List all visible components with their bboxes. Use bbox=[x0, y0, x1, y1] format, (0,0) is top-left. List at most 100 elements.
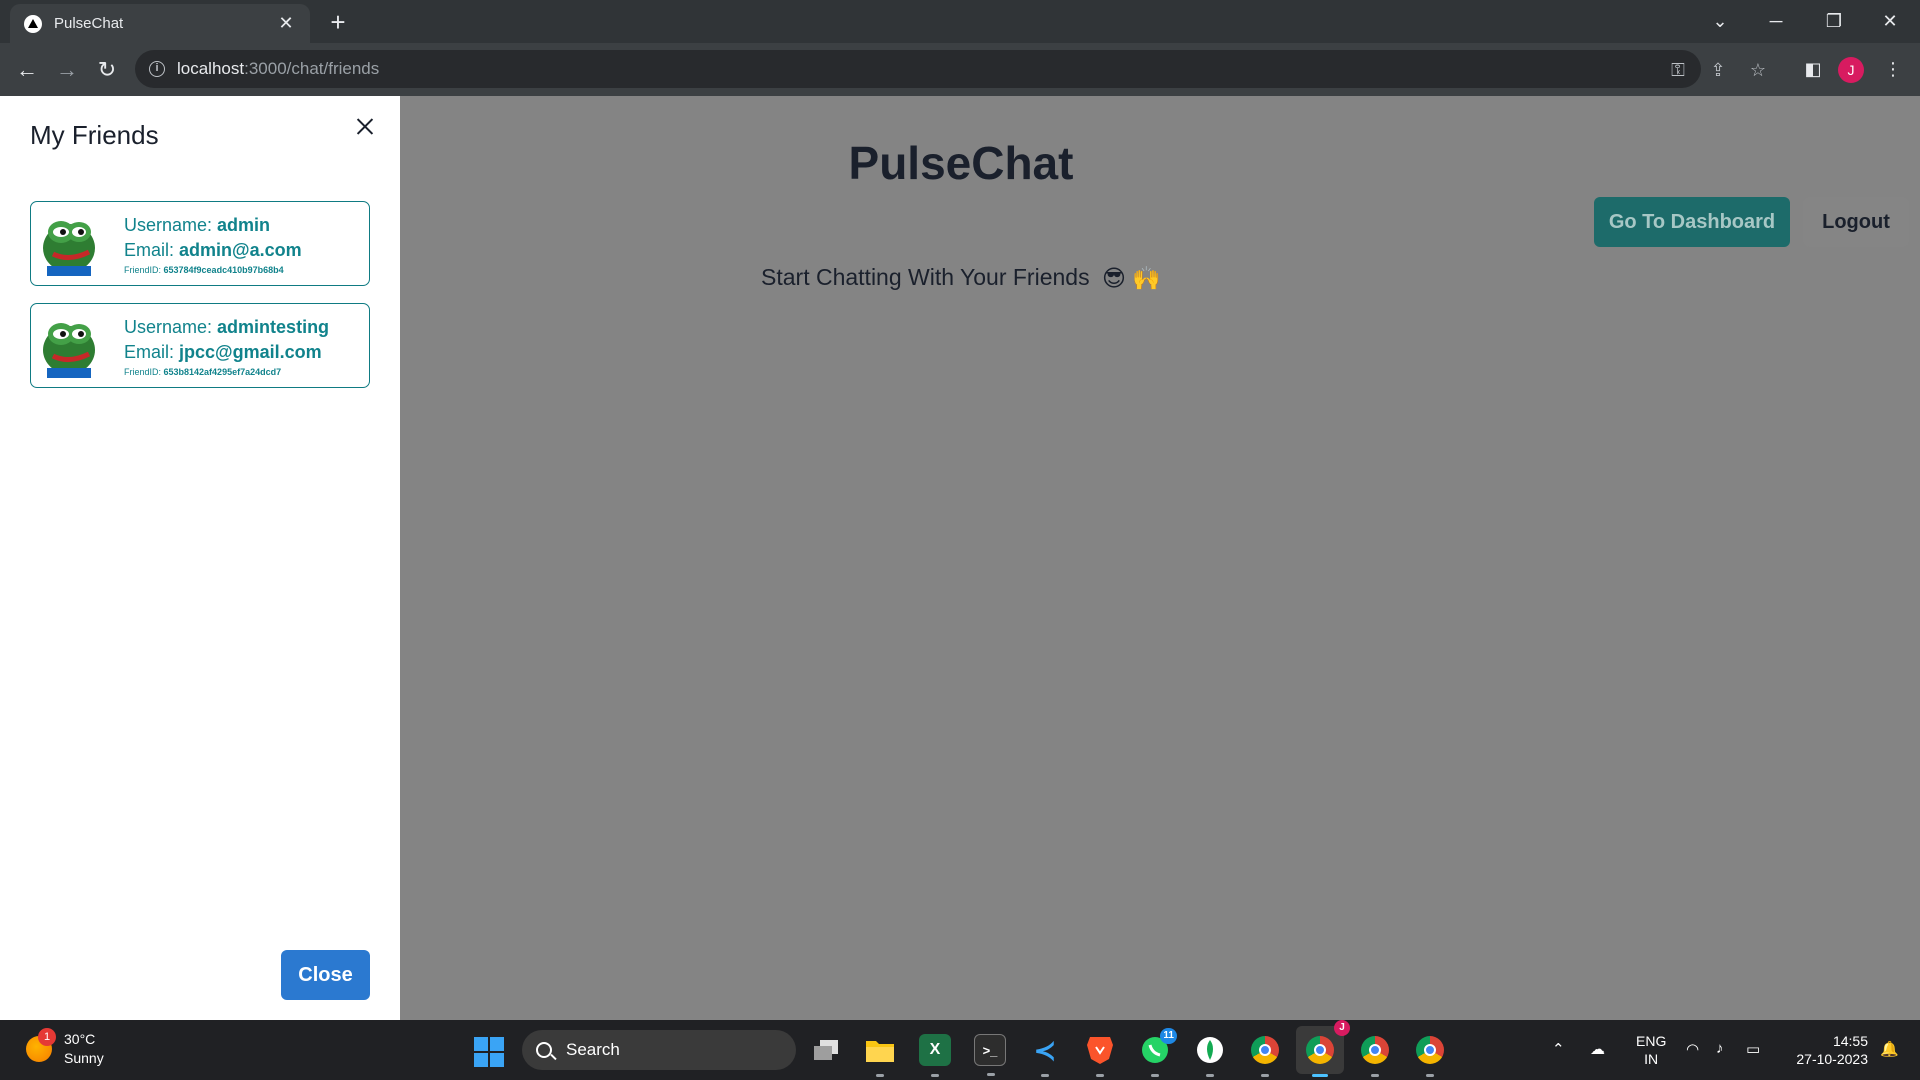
chrome-profile-badge: J bbox=[1334, 1020, 1350, 1036]
friend-username: admin bbox=[217, 215, 271, 235]
onedrive-warning-icon[interactable]: ☁ bbox=[1590, 1040, 1605, 1058]
taskbar-search[interactable]: Search bbox=[522, 1030, 796, 1070]
vscode-icon[interactable]: ≺ bbox=[1029, 1034, 1061, 1077]
drawer-close-icon[interactable] bbox=[350, 112, 380, 142]
file-explorer-icon[interactable] bbox=[864, 1034, 896, 1077]
chrome-logo bbox=[1251, 1036, 1279, 1064]
weather-badge: 1 bbox=[38, 1028, 56, 1046]
battery-icon[interactable]: ▭ bbox=[1746, 1040, 1760, 1058]
friend-info: Username: admintesting Email: jpcc@gmail… bbox=[124, 315, 329, 379]
emoji-sunglasses-hands: 😎 🙌 bbox=[1101, 265, 1161, 292]
tab-title: PulseChat bbox=[54, 15, 124, 32]
chrome-profile-3-icon[interactable] bbox=[1414, 1034, 1446, 1077]
logout-button[interactable]: Logout bbox=[1803, 197, 1909, 247]
friend-email-line: Email: admin@a.com bbox=[124, 238, 302, 263]
windows-taskbar: 1 30°C Sunny Search X >_ ≺ 11 J ⌃ ☁ ENG … bbox=[0, 1020, 1920, 1080]
browser-tab[interactable]: PulseChat ✕ bbox=[10, 4, 310, 43]
friend-id: 653784f9ceadc410b97b68b4 bbox=[163, 265, 284, 275]
chrome-active-icon[interactable]: J bbox=[1296, 1020, 1350, 1077]
friend-email-line: Email: jpcc@gmail.com bbox=[124, 340, 329, 365]
terminal-icon[interactable]: >_ bbox=[974, 1034, 1006, 1076]
mongodb-compass-icon[interactable] bbox=[1194, 1034, 1226, 1077]
friends-drawer: My Friends Username: admin Email: admin@… bbox=[0, 96, 400, 1020]
back-arrow-icon[interactable]: ← bbox=[11, 54, 43, 86]
browser-tab-bar: PulseChat ✕ + ⌄ ─ ❐ ✕ bbox=[0, 0, 1920, 43]
clock[interactable]: 14:55 27-10-2023 bbox=[1786, 1032, 1868, 1068]
side-panel-icon[interactable]: ◧ bbox=[1802, 58, 1824, 80]
frog-avatar-icon bbox=[43, 323, 95, 378]
pulsechat-favicon-icon bbox=[24, 14, 42, 33]
chrome-profile-1-icon[interactable] bbox=[1249, 1034, 1281, 1077]
friend-username-line: Username: admin bbox=[124, 213, 302, 238]
chrome-logo bbox=[1361, 1036, 1389, 1064]
forward-arrow-icon[interactable]: → bbox=[51, 54, 83, 86]
reload-icon[interactable]: ↻ bbox=[91, 54, 123, 86]
weather-desc: Sunny bbox=[64, 1050, 104, 1066]
go-to-dashboard-button[interactable]: Go To Dashboard bbox=[1594, 197, 1790, 247]
excel-icon[interactable]: X bbox=[919, 1034, 951, 1077]
friend-id-label: FriendID: bbox=[124, 367, 164, 377]
close-drawer-button[interactable]: Close bbox=[281, 950, 370, 1000]
weather-temp: 30°C bbox=[64, 1031, 96, 1047]
search-icon bbox=[536, 1042, 552, 1058]
friend-id-line: FriendID: 653784f9ceadc410b97b68b4 bbox=[124, 263, 302, 277]
friend-email: admin@a.com bbox=[179, 240, 302, 260]
menu-kebab-icon[interactable]: ⋮ bbox=[1882, 58, 1904, 80]
key-icon[interactable]: ⚿ bbox=[1667, 59, 1689, 81]
weather-text: 30°C Sunny bbox=[64, 1030, 104, 1068]
tray-chevron-up-icon[interactable]: ⌃ bbox=[1552, 1040, 1565, 1058]
url-host: localhost bbox=[177, 59, 245, 78]
site-info-icon[interactable]: i bbox=[149, 61, 165, 77]
chrome-logo bbox=[1306, 1036, 1334, 1064]
input-language[interactable]: ENG IN bbox=[1636, 1032, 1666, 1068]
friend-info: Username: admin Email: admin@a.com Frien… bbox=[124, 213, 302, 277]
minimize-button[interactable]: ─ bbox=[1756, 6, 1796, 36]
clock-date: 27-10-2023 bbox=[1796, 1051, 1868, 1067]
taskbar-search-label: Search bbox=[566, 1040, 620, 1059]
restore-button[interactable]: ❐ bbox=[1814, 6, 1854, 36]
weather-widget[interactable]: 1 30°C Sunny bbox=[26, 1028, 104, 1068]
lang-top: ENG bbox=[1636, 1033, 1667, 1049]
brave-browser-icon[interactable] bbox=[1084, 1034, 1116, 1077]
frog-avatar-icon bbox=[43, 221, 95, 276]
chat-subtitle-text: Start Chatting With Your Friends bbox=[761, 264, 1090, 290]
tab-close-icon[interactable]: ✕ bbox=[276, 13, 296, 34]
sun-icon: 1 bbox=[26, 1028, 56, 1062]
chat-subtitle: Start Chatting With Your Friends 😎 🙌 bbox=[400, 264, 1522, 292]
new-tab-button[interactable]: + bbox=[323, 7, 353, 37]
volume-icon[interactable]: ♪ bbox=[1716, 1040, 1724, 1057]
app-title: PulseChat bbox=[848, 137, 1074, 189]
wifi-icon[interactable]: ◠ bbox=[1686, 1040, 1699, 1058]
chrome-profile-2-icon[interactable] bbox=[1359, 1034, 1391, 1077]
browser-toolbar: ← → ↻ i localhost:3000/chat/friends ⚿ ⇪ … bbox=[0, 43, 1920, 96]
whatsapp-icon[interactable]: 11 bbox=[1139, 1028, 1177, 1077]
whatsapp-badge: 11 bbox=[1160, 1028, 1177, 1044]
email-label: Email: bbox=[124, 342, 180, 362]
drawer-title: My Friends bbox=[30, 120, 159, 150]
windows-start-icon[interactable] bbox=[474, 1037, 504, 1067]
address-bar[interactable]: i localhost:3000/chat/friends ⚿ ⇪ ☆ bbox=[135, 50, 1766, 88]
friend-id-label: FriendID: bbox=[124, 265, 164, 275]
friend-username-line: Username: admintesting bbox=[124, 315, 329, 340]
clock-time: 14:55 bbox=[1832, 1033, 1868, 1049]
email-label: Email: bbox=[124, 240, 180, 260]
url-path: :3000/chat/friends bbox=[244, 59, 380, 78]
notifications-bell-icon[interactable]: 🔔 bbox=[1880, 1040, 1899, 1058]
share-icon[interactable]: ⇪ bbox=[1707, 59, 1729, 81]
friend-id: 653b8142af4295ef7a24dcd7 bbox=[163, 367, 282, 377]
bookmark-star-icon[interactable]: ☆ bbox=[1747, 59, 1769, 81]
username-label: Username: bbox=[124, 215, 218, 235]
friend-card[interactable]: Username: admin Email: admin@a.com Frien… bbox=[30, 201, 370, 286]
close-window-button[interactable]: ✕ bbox=[1870, 6, 1910, 36]
profile-avatar[interactable]: J bbox=[1838, 57, 1864, 83]
friend-username: admintesting bbox=[217, 317, 330, 337]
friend-id-line: FriendID: 653b8142af4295ef7a24dcd7 bbox=[124, 365, 329, 379]
username-label: Username: bbox=[124, 317, 218, 337]
tab-search-chevron-icon[interactable]: ⌄ bbox=[1700, 6, 1740, 36]
lang-bottom: IN bbox=[1644, 1051, 1659, 1067]
chrome-logo bbox=[1416, 1036, 1444, 1064]
task-view-icon[interactable] bbox=[810, 1034, 842, 1066]
friend-card[interactable]: Username: admintesting Email: jpcc@gmail… bbox=[30, 303, 370, 388]
page-content: PulseChat Start Chatting With Your Frien… bbox=[0, 96, 1920, 1020]
friend-email: jpcc@gmail.com bbox=[179, 342, 322, 362]
